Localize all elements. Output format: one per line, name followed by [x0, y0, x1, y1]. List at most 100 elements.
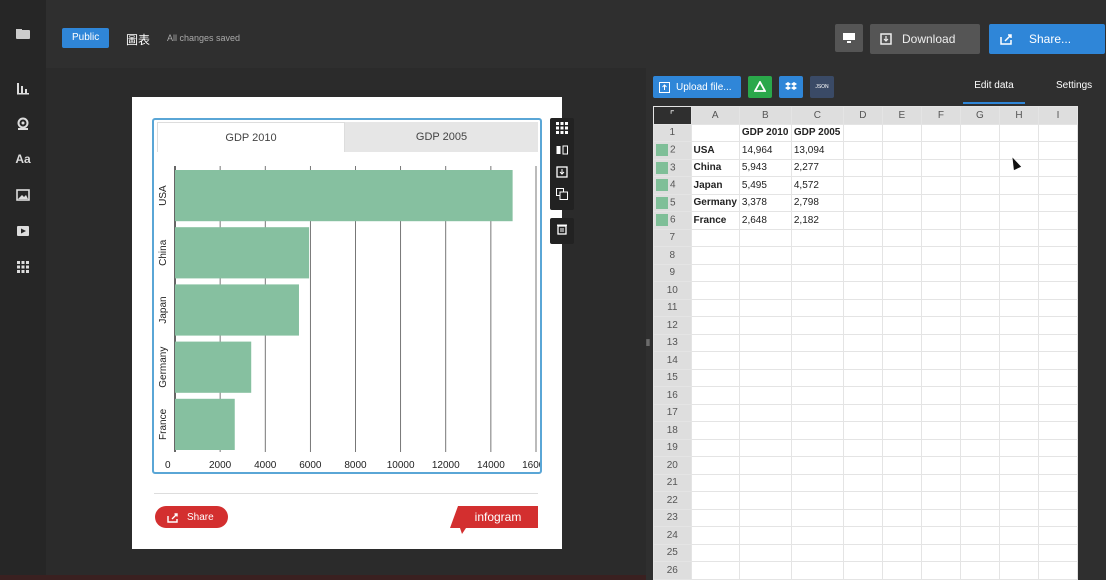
table-cell[interactable]: [881, 158, 922, 177]
table-cell[interactable]: [959, 228, 1000, 247]
table-cell[interactable]: 13,094: [790, 141, 844, 160]
table-cell[interactable]: [998, 508, 1040, 527]
table-cell[interactable]: [920, 456, 961, 475]
table-cell[interactable]: [959, 386, 1000, 405]
infogram-logo[interactable]: infogram: [450, 504, 540, 534]
image-icon[interactable]: [15, 187, 31, 203]
table-cell[interactable]: [998, 561, 1040, 580]
table-cell[interactable]: [881, 333, 922, 352]
panel-resize-handle[interactable]: ⦀: [646, 338, 652, 350]
table-cell[interactable]: [738, 456, 792, 475]
table-cell[interactable]: [881, 561, 922, 580]
table-cell[interactable]: [881, 368, 922, 387]
table-cell[interactable]: [881, 403, 922, 422]
table-cell[interactable]: [959, 176, 1000, 195]
table-cell[interactable]: [998, 298, 1040, 317]
table-cell[interactable]: [998, 421, 1040, 440]
table-cell[interactable]: [842, 298, 883, 317]
table-cell[interactable]: [881, 228, 922, 247]
table-cell[interactable]: [842, 211, 883, 230]
table-cell[interactable]: [738, 316, 792, 335]
row-header[interactable]: 13: [653, 333, 692, 352]
column-header[interactable]: C: [790, 106, 844, 125]
table-cell[interactable]: [790, 473, 844, 492]
table-cell[interactable]: [790, 281, 844, 300]
table-cell[interactable]: [881, 421, 922, 440]
table-cell[interactable]: [959, 491, 1000, 510]
row-header[interactable]: 16: [653, 386, 692, 405]
row-header[interactable]: 26: [653, 561, 692, 580]
table-cell[interactable]: [998, 438, 1040, 457]
table-cell[interactable]: [738, 263, 792, 282]
table-cell[interactable]: [1038, 193, 1078, 212]
table-cell[interactable]: [920, 473, 961, 492]
table-cell[interactable]: France: [690, 211, 740, 230]
table-cell[interactable]: [1038, 386, 1078, 405]
column-header[interactable]: E: [881, 106, 922, 125]
tab-gdp-2005[interactable]: GDP 2005: [345, 122, 538, 152]
table-cell[interactable]: [959, 351, 1000, 370]
table-cell[interactable]: [738, 351, 792, 370]
table-cell[interactable]: 2,277: [790, 158, 844, 177]
table-cell[interactable]: [881, 246, 922, 265]
public-button[interactable]: Public: [62, 28, 110, 48]
table-cell[interactable]: [959, 456, 1000, 475]
table-cell[interactable]: [881, 298, 922, 317]
table-cell[interactable]: [998, 543, 1040, 562]
table-cell[interactable]: [690, 508, 740, 527]
table-cell[interactable]: [959, 508, 1000, 527]
share-button[interactable]: Share...: [989, 24, 1105, 54]
table-cell[interactable]: [920, 526, 961, 545]
table-cell[interactable]: [1038, 211, 1078, 230]
table-cell[interactable]: 3,378: [738, 193, 792, 212]
row-header[interactable]: 10: [653, 281, 692, 300]
document-title[interactable]: 圖表: [126, 31, 150, 48]
column-header[interactable]: D: [842, 106, 883, 125]
table-cell[interactable]: [842, 438, 883, 457]
table-cell[interactable]: [998, 351, 1040, 370]
table-cell[interactable]: [690, 473, 740, 492]
series-color-chip[interactable]: [656, 214, 668, 227]
table-cell[interactable]: [690, 421, 740, 440]
table-cell[interactable]: [881, 141, 922, 160]
column-header[interactable]: G: [959, 106, 1000, 125]
table-cell[interactable]: [920, 421, 961, 440]
table-cell[interactable]: [1038, 281, 1078, 300]
table-cell[interactable]: USA: [690, 141, 740, 160]
table-cell[interactable]: [959, 526, 1000, 545]
table-cell[interactable]: [998, 368, 1040, 387]
table-cell[interactable]: [881, 281, 922, 300]
table-cell[interactable]: [842, 508, 883, 527]
select-all-corner[interactable]: ⌜: [653, 106, 692, 125]
table-cell[interactable]: [1038, 403, 1078, 422]
row-header[interactable]: 8: [653, 246, 692, 265]
table-cell[interactable]: [842, 141, 883, 160]
table-cell[interactable]: [738, 246, 792, 265]
row-header[interactable]: 9: [653, 263, 692, 282]
download-button[interactable]: Download: [870, 24, 980, 54]
table-cell[interactable]: [842, 193, 883, 212]
column-header[interactable]: F: [920, 106, 961, 125]
table-cell[interactable]: [920, 228, 961, 247]
table-cell[interactable]: [998, 473, 1040, 492]
table-cell[interactable]: [1038, 298, 1078, 317]
table-cell[interactable]: [1038, 141, 1078, 160]
table-cell[interactable]: [920, 403, 961, 422]
table-cell[interactable]: [959, 246, 1000, 265]
table-cell[interactable]: [959, 298, 1000, 317]
table-cell[interactable]: [842, 473, 883, 492]
tab-edit-data[interactable]: Edit data: [965, 80, 1023, 91]
table-cell[interactable]: [842, 246, 883, 265]
row-header[interactable]: 23: [653, 508, 692, 527]
swap-icon[interactable]: [554, 144, 570, 160]
table-cell[interactable]: [881, 211, 922, 230]
table-cell[interactable]: [842, 351, 883, 370]
table-cell[interactable]: [998, 176, 1040, 195]
table-cell[interactable]: [1038, 438, 1078, 457]
table-cell[interactable]: [959, 123, 1000, 142]
text-icon[interactable]: Aa: [15, 151, 31, 167]
table-cell[interactable]: [790, 263, 844, 282]
table-cell[interactable]: [842, 403, 883, 422]
table-cell[interactable]: [690, 228, 740, 247]
table-cell[interactable]: [690, 368, 740, 387]
